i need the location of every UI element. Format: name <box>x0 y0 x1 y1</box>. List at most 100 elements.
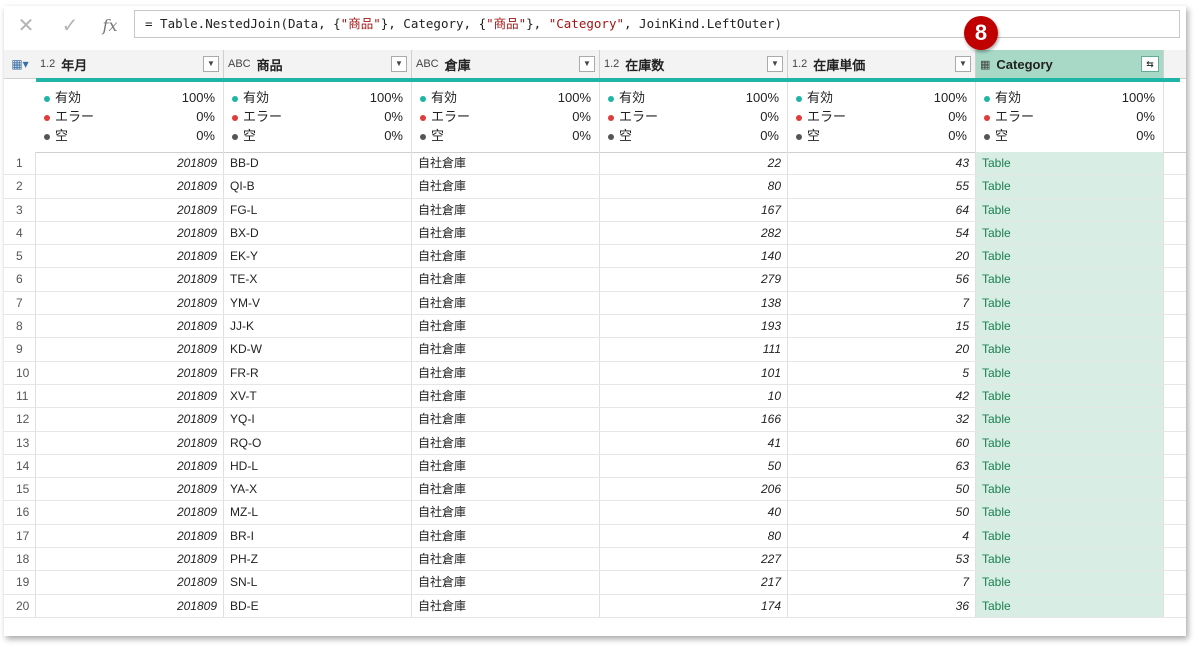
stat-percent: 0% <box>1136 128 1155 143</box>
table-type-icon[interactable]: ▦ <box>980 58 990 71</box>
decimal-type-icon[interactable]: 1.2 <box>792 58 807 70</box>
table-row[interactable]: 7 201809 YM-V 自社倉庫 138 7 Table <box>4 291 1186 316</box>
cell-category-table[interactable]: Table <box>976 361 1164 384</box>
cell-unit-price: 20 <box>788 245 976 268</box>
table-row[interactable]: 2 201809 QI-B 自社倉庫 80 55 Table <box>4 175 1186 199</box>
table-row[interactable]: 11 201809 XV-T 自社倉庫 10 42 Table <box>4 384 1186 409</box>
stat-percent: 0% <box>760 128 779 143</box>
table-row[interactable]: 20 201809 BD-E 自社倉庫 174 36 Table <box>4 594 1186 618</box>
column-header-unit-price[interactable]: 1.2 在庫単価 ▼ <box>788 50 976 78</box>
formula-input[interactable]: = Table.NestedJoin(Data, {"商品"}, Categor… <box>134 10 1180 38</box>
error-dot-icon <box>420 114 426 121</box>
expand-column-icon[interactable]: ⇆ <box>1141 56 1159 72</box>
table-row[interactable]: 8 201809 JJ-K 自社倉庫 193 15 Table <box>4 315 1186 339</box>
table-row[interactable]: 12 201809 YQ-I 自社倉庫 166 32 Table <box>4 408 1186 432</box>
cell-warehouse: 自社倉庫 <box>412 594 600 617</box>
filter-dropdown-icon[interactable]: ▼ <box>579 56 595 72</box>
filter-dropdown-icon[interactable]: ▼ <box>955 56 971 72</box>
cell-product: RQ-O <box>224 431 412 454</box>
table-row[interactable]: 1 201809 BB-D 自社倉庫 22 43 Table <box>4 152 1186 176</box>
cell-stock-qty: 138 <box>600 291 788 315</box>
check-icon[interactable]: ✓ <box>56 12 84 38</box>
cell-category-table[interactable]: Table <box>976 524 1164 548</box>
table-menu-icon[interactable]: ▦▾ <box>4 50 36 78</box>
cell-category-table[interactable]: Table <box>976 478 1164 501</box>
cell-category-table[interactable]: Table <box>976 571 1164 594</box>
column-header-yearmonth[interactable]: 1.2 年月 ▼ <box>36 50 224 78</box>
table-row[interactable]: 15 201809 YA-X 自社倉庫 206 50 Table <box>4 478 1186 502</box>
table-row[interactable]: 19 201809 SN-L 自社倉庫 217 7 Table <box>4 571 1186 595</box>
cell-stock-qty: 167 <box>600 198 788 221</box>
cell-stock-qty: 101 <box>600 361 788 384</box>
empty-dot-icon <box>420 133 426 140</box>
cell-category-table[interactable]: Table <box>976 315 1164 338</box>
table-row[interactable]: 16 201809 MZ-L 自社倉庫 40 50 Table <box>4 501 1186 525</box>
cell-category-table[interactable]: Table <box>976 175 1164 198</box>
stat-label: 空 <box>807 128 821 143</box>
cell-category-table[interactable]: Table <box>976 501 1164 524</box>
column-header-category[interactable]: ▦ Category ⇆ <box>976 50 1164 78</box>
cell-product: FR-R <box>224 361 412 384</box>
cell-stock-qty: 10 <box>600 384 788 408</box>
text-type-icon[interactable]: ABC <box>228 58 251 70</box>
stat-empty: 空 0% <box>420 126 591 145</box>
decimal-type-icon[interactable]: 1.2 <box>40 58 55 70</box>
table-row[interactable]: 18 201809 PH-Z 自社倉庫 227 53 Table <box>4 548 1186 572</box>
cell-yearmonth: 201809 <box>36 501 224 524</box>
row-number: 10 <box>4 361 36 384</box>
cell-category-table[interactable]: Table <box>976 384 1164 408</box>
cell-category-table[interactable]: Table <box>976 431 1164 454</box>
table-row[interactable]: 10 201809 FR-R 自社倉庫 101 5 Table <box>4 361 1186 385</box>
cell-warehouse: 自社倉庫 <box>412 268 600 291</box>
cell-category-table[interactable]: Table <box>976 454 1164 478</box>
table-row[interactable]: 9 201809 KD-W 自社倉庫 111 20 Table <box>4 338 1186 362</box>
cell-yearmonth: 201809 <box>36 338 224 361</box>
stat-label: エラー <box>431 109 471 124</box>
cell-category-table[interactable]: Table <box>976 408 1164 431</box>
cell-unit-price: 42 <box>788 384 976 408</box>
close-icon[interactable]: ✕ <box>12 12 40 38</box>
cell-category-table[interactable]: Table <box>976 594 1164 617</box>
stat-empty: 空 0% <box>984 126 1155 145</box>
table-row[interactable]: 17 201809 BR-I 自社倉庫 80 4 Table <box>4 524 1186 549</box>
decimal-type-icon[interactable]: 1.2 <box>604 58 619 70</box>
column-header-product[interactable]: ABC 商品 ▼ <box>224 50 412 78</box>
cell-stock-qty: 174 <box>600 594 788 617</box>
table-row[interactable]: 13 201809 RQ-O 自社倉庫 41 60 Table <box>4 431 1186 455</box>
cell-category-table[interactable]: Table <box>976 245 1164 268</box>
cell-product: XV-T <box>224 384 412 408</box>
cell-stock-qty: 282 <box>600 221 788 245</box>
filter-dropdown-icon[interactable]: ▼ <box>391 56 407 72</box>
stat-error: エラー 0% <box>44 107 215 126</box>
cell-yearmonth: 201809 <box>36 361 224 384</box>
text-type-icon[interactable]: ABC <box>416 58 439 70</box>
stat-valid: 有効 100% <box>44 88 215 107</box>
column-quality-stats: 有効 100% エラー 0% 空 0% <box>788 82 976 152</box>
cell-category-table[interactable]: Table <box>976 198 1164 221</box>
column-header-warehouse[interactable]: ABC 倉庫 ▼ <box>412 50 600 78</box>
table-row[interactable]: 3 201809 FG-L 自社倉庫 167 64 Table <box>4 198 1186 222</box>
data-rows: 1 201809 BB-D 自社倉庫 22 43 Table 2 201809 QI-B 自社倉庫 8… <box>4 152 1186 618</box>
cell-warehouse: 自社倉庫 <box>412 384 600 408</box>
cell-category-table[interactable]: Table <box>976 338 1164 361</box>
empty-dot-icon <box>608 133 614 140</box>
filter-dropdown-icon[interactable]: ▼ <box>203 56 219 72</box>
cell-category-table[interactable]: Table <box>976 548 1164 571</box>
row-number: 16 <box>4 501 36 524</box>
table-row[interactable]: 5 201809 EK-Y 自社倉庫 140 20 Table <box>4 245 1186 269</box>
cell-category-table[interactable]: Table <box>976 268 1164 291</box>
cell-warehouse: 自社倉庫 <box>412 548 600 571</box>
column-header-stock-qty[interactable]: 1.2 在庫数 ▼ <box>600 50 788 78</box>
table-row[interactable]: 6 201809 TE-X 自社倉庫 279 56 Table <box>4 268 1186 292</box>
cell-category-table[interactable]: Table <box>976 291 1164 315</box>
empty-dot-icon <box>44 133 50 140</box>
filter-dropdown-icon[interactable]: ▼ <box>767 56 783 72</box>
table-row[interactable]: 4 201809 BX-D 自社倉庫 282 54 Table <box>4 221 1186 246</box>
row-number: 5 <box>4 245 36 268</box>
cell-product: YQ-I <box>224 408 412 431</box>
cell-category-table[interactable]: Table <box>976 152 1164 175</box>
table-row[interactable]: 14 201809 HD-L 自社倉庫 50 63 Table <box>4 454 1186 479</box>
cell-category-table[interactable]: Table <box>976 221 1164 245</box>
empty-dot-icon <box>232 133 238 140</box>
fx-label[interactable]: fx <box>96 12 124 38</box>
